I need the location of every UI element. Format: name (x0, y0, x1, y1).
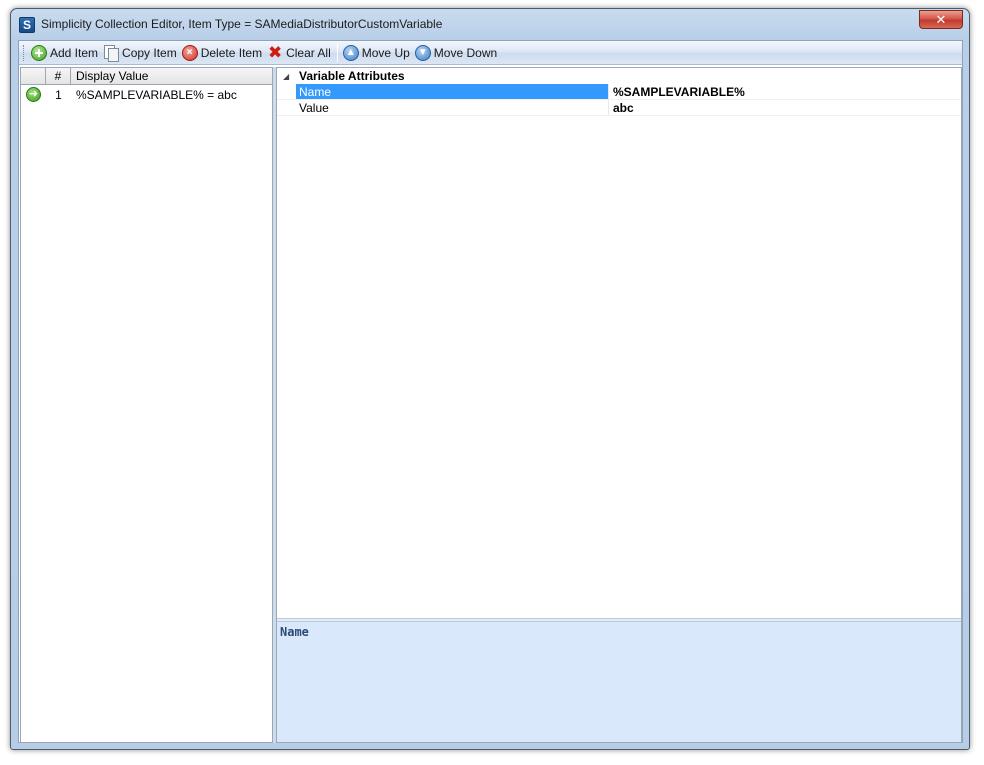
copy-item-button[interactable]: Copy Item (101, 42, 180, 64)
property-row-name[interactable]: Name %SAMPLEVARIABLE% (277, 84, 961, 100)
clear-all-label: Clear All (286, 45, 331, 60)
property-margin (277, 84, 296, 99)
app-icon: S (19, 17, 35, 33)
arrow-right-icon: ➜ (26, 87, 41, 102)
delete-item-label: Delete Item (200, 45, 263, 60)
window-title: Simplicity Collection Editor, Item Type … (41, 17, 443, 31)
property-name-value[interactable]: %SAMPLEVARIABLE% (609, 84, 961, 99)
move-down-button[interactable]: ▼ Move Down (413, 42, 500, 64)
delete-item-button[interactable]: × Delete Item (180, 42, 265, 64)
arrow-down-icon: ▼ (414, 44, 431, 61)
property-row-value[interactable]: Value abc (277, 100, 961, 116)
property-name-label[interactable]: Name (296, 84, 609, 99)
grid-header: # Display Value (21, 68, 272, 85)
move-up-label: Move Up (361, 45, 410, 60)
items-grid[interactable]: # Display Value ➜ 1 %SAMPLEVARIABLE% = a… (20, 67, 273, 743)
toolbar-grip[interactable] (23, 44, 26, 61)
clear-all-button[interactable]: ✖ Clear All (265, 42, 334, 64)
add-item-button[interactable]: Add Item (29, 42, 101, 64)
title-bar[interactable]: S Simplicity Collection Editor, Item Typ… (11, 9, 969, 40)
close-button[interactable]: ✕ (919, 10, 963, 29)
row-number: 1 (55, 87, 62, 102)
help-title: Name (280, 625, 309, 639)
property-value-label[interactable]: Value (296, 100, 609, 115)
category-header[interactable]: ◢ Variable Attributes (277, 68, 961, 84)
clear-icon: ✖ (267, 42, 283, 62)
add-item-label: Add Item (50, 45, 99, 60)
row-display-value: %SAMPLEVARIABLE% = abc (76, 87, 237, 102)
row-indicator: ➜ (21, 87, 46, 102)
display-value-column-header[interactable]: Display Value (71, 68, 272, 84)
add-icon (31, 44, 47, 61)
move-down-label: Move Down (433, 45, 498, 60)
table-row[interactable]: ➜ 1 %SAMPLEVARIABLE% = abc (21, 85, 272, 104)
help-pane: Name (277, 622, 961, 742)
collapse-triangle-icon[interactable]: ◢ (283, 72, 299, 81)
indicator-column-header[interactable] (21, 68, 46, 84)
arrow-up-icon: ▲ (342, 44, 359, 61)
category-label: Variable Attributes (299, 69, 405, 83)
property-grid: ◢ Variable Attributes Name %SAMPLEVARIAB… (276, 67, 962, 743)
property-margin (277, 100, 296, 115)
copy-icon (103, 44, 120, 62)
toolbar: Add Item Copy Item × Delete Item ✖ Clear… (19, 41, 962, 65)
delete-icon: × (181, 44, 198, 61)
move-up-button[interactable]: ▲ Move Up (341, 42, 413, 64)
copy-item-label: Copy Item (122, 45, 177, 60)
client-area: Add Item Copy Item × Delete Item ✖ Clear… (18, 40, 963, 743)
collection-editor-window: S Simplicity Collection Editor, Item Typ… (10, 8, 970, 750)
number-column-header[interactable]: # (46, 68, 71, 84)
toolbar-separator (336, 43, 338, 62)
property-value-value[interactable]: abc (609, 100, 961, 115)
